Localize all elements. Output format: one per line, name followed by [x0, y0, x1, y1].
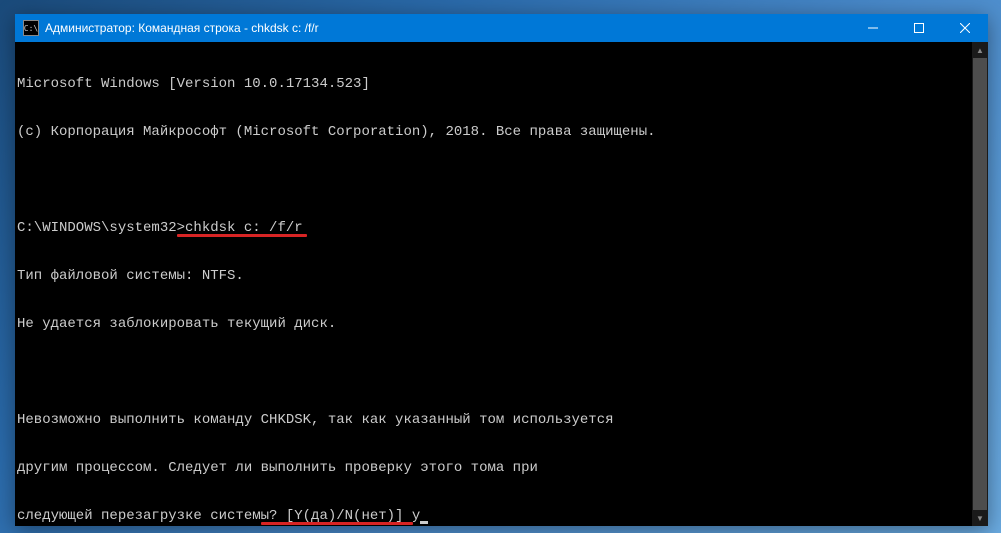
terminal-content: Microsoft Windows [Version 10.0.17134.52… — [17, 44, 988, 526]
terminal-line: следующей перезагрузке системы? [Y(да)/N… — [17, 508, 988, 524]
window-title: Администратор: Командная строка - chkdsk… — [45, 21, 850, 35]
terminal-line: (c) Корпорация Майкрософт (Microsoft Cor… — [17, 124, 988, 140]
minimize-button[interactable] — [850, 14, 896, 42]
terminal-line — [17, 172, 988, 188]
terminal-line: Невозможно выполнить команду CHKDSK, так… — [17, 412, 988, 428]
terminal-line: Не удается заблокировать текущий диск. — [17, 316, 988, 332]
window-controls — [850, 14, 988, 42]
terminal-line: другим процессом. Следует ли выполнить п… — [17, 460, 988, 476]
titlebar[interactable]: C:\ Администратор: Командная строка - ch… — [15, 14, 988, 42]
scroll-up-arrow-icon[interactable]: ▲ — [972, 42, 988, 58]
terminal-line: C:\WINDOWS\system32>chkdsk c: /f/r — [17, 220, 988, 236]
annotation-underline-input — [261, 522, 413, 525]
terminal-line — [17, 364, 988, 380]
vertical-scrollbar[interactable]: ▲ ▼ — [972, 42, 988, 526]
command-prompt-window: C:\ Администратор: Командная строка - ch… — [15, 14, 988, 526]
maximize-icon — [914, 23, 924, 33]
text-cursor — [420, 521, 428, 524]
scroll-down-arrow-icon[interactable]: ▼ — [972, 510, 988, 526]
close-button[interactable] — [942, 14, 988, 42]
minimize-icon — [868, 23, 878, 33]
terminal-body[interactable]: Microsoft Windows [Version 10.0.17134.52… — [15, 42, 988, 526]
maximize-button[interactable] — [896, 14, 942, 42]
scrollbar-thumb[interactable] — [973, 58, 987, 510]
terminal-line: Тип файловой системы: NTFS. — [17, 268, 988, 284]
close-icon — [960, 23, 970, 33]
cmd-icon: C:\ — [23, 20, 39, 36]
terminal-line: Microsoft Windows [Version 10.0.17134.52… — [17, 76, 988, 92]
annotation-underline-command — [177, 234, 307, 237]
